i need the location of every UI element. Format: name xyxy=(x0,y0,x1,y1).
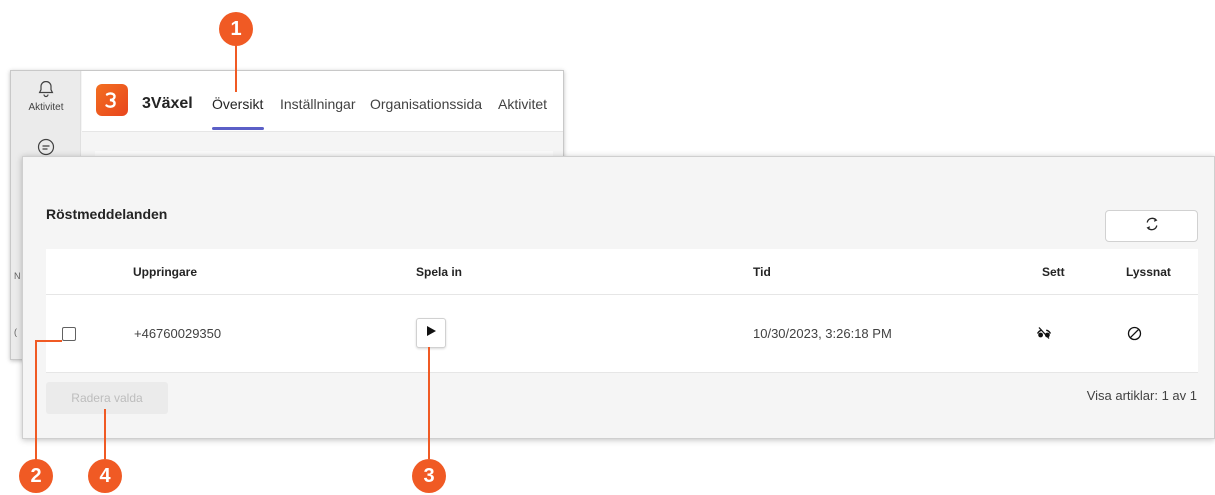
pagination-info: Visa artiklar: 1 av 1 xyxy=(1086,388,1197,403)
callout-marker-1: 1 xyxy=(219,12,253,46)
callout-leader-3 xyxy=(428,347,430,459)
callout-leader-2-horizontal xyxy=(35,340,62,342)
column-header-record[interactable]: Spela in xyxy=(416,265,462,279)
three-logo-icon xyxy=(96,84,128,116)
screenshot-stage: Aktivitet N ( 3Växel Översikt Inställnin… xyxy=(0,0,1215,495)
rail-item-label: Aktivitet xyxy=(28,102,64,113)
column-header-time[interactable]: Tid xyxy=(753,265,771,279)
play-icon xyxy=(425,324,437,342)
tab-organisationssida[interactable]: Organisationssida xyxy=(370,96,482,112)
voicemail-panel: Röstmeddelanden Uppringare Spela in Tid … xyxy=(22,156,1215,439)
callout-leader-1 xyxy=(235,45,237,92)
rail-item-activity[interactable]: Aktivitet xyxy=(11,79,81,113)
table-header: Uppringare Spela in Tid Sett Lyssnat xyxy=(46,249,1198,295)
column-header-listened[interactable]: Lyssnat xyxy=(1126,265,1171,279)
table-row: +46760029350 10/30/2023, 3:26:18 PM xyxy=(46,295,1198,373)
rail-fragment-label: ( xyxy=(14,327,17,337)
caller-number: +46760029350 xyxy=(134,326,222,341)
callout-marker-3: 3 xyxy=(412,459,446,493)
active-tab-indicator xyxy=(212,127,264,130)
callout-leader-4 xyxy=(104,409,106,459)
column-header-seen[interactable]: Sett xyxy=(1042,265,1065,279)
bell-icon xyxy=(11,79,81,102)
play-button[interactable] xyxy=(416,318,446,348)
tab-aktivitet[interactable]: Aktivitet xyxy=(498,96,547,112)
callout-marker-4: 4 xyxy=(88,459,122,493)
tab-oversikt[interactable]: Översikt xyxy=(212,96,263,112)
app-name: 3Växel xyxy=(142,95,193,112)
rail-fragment-label: N xyxy=(14,271,21,281)
tab-installningar[interactable]: Inställningar xyxy=(280,96,356,112)
voicemail-table: Uppringare Spela in Tid Sett Lyssnat +46… xyxy=(46,249,1198,373)
callout-marker-2: 2 xyxy=(19,459,53,493)
eye-off-icon xyxy=(1036,326,1052,345)
refresh-icon xyxy=(1144,216,1160,237)
app-header: 3Växel Översikt Inställningar Organisati… xyxy=(82,71,563,132)
column-header-caller[interactable]: Uppringare xyxy=(133,265,197,279)
page-title: Röstmeddelanden xyxy=(46,206,168,222)
row-select-checkbox[interactable] xyxy=(62,327,76,341)
refresh-button[interactable] xyxy=(1105,210,1198,242)
delete-selected-button[interactable]: Radera valda xyxy=(46,382,168,414)
callout-leader-2 xyxy=(35,340,37,460)
not-allowed-icon xyxy=(1127,326,1142,346)
voicemail-time: 10/30/2023, 3:26:18 PM xyxy=(753,326,892,341)
